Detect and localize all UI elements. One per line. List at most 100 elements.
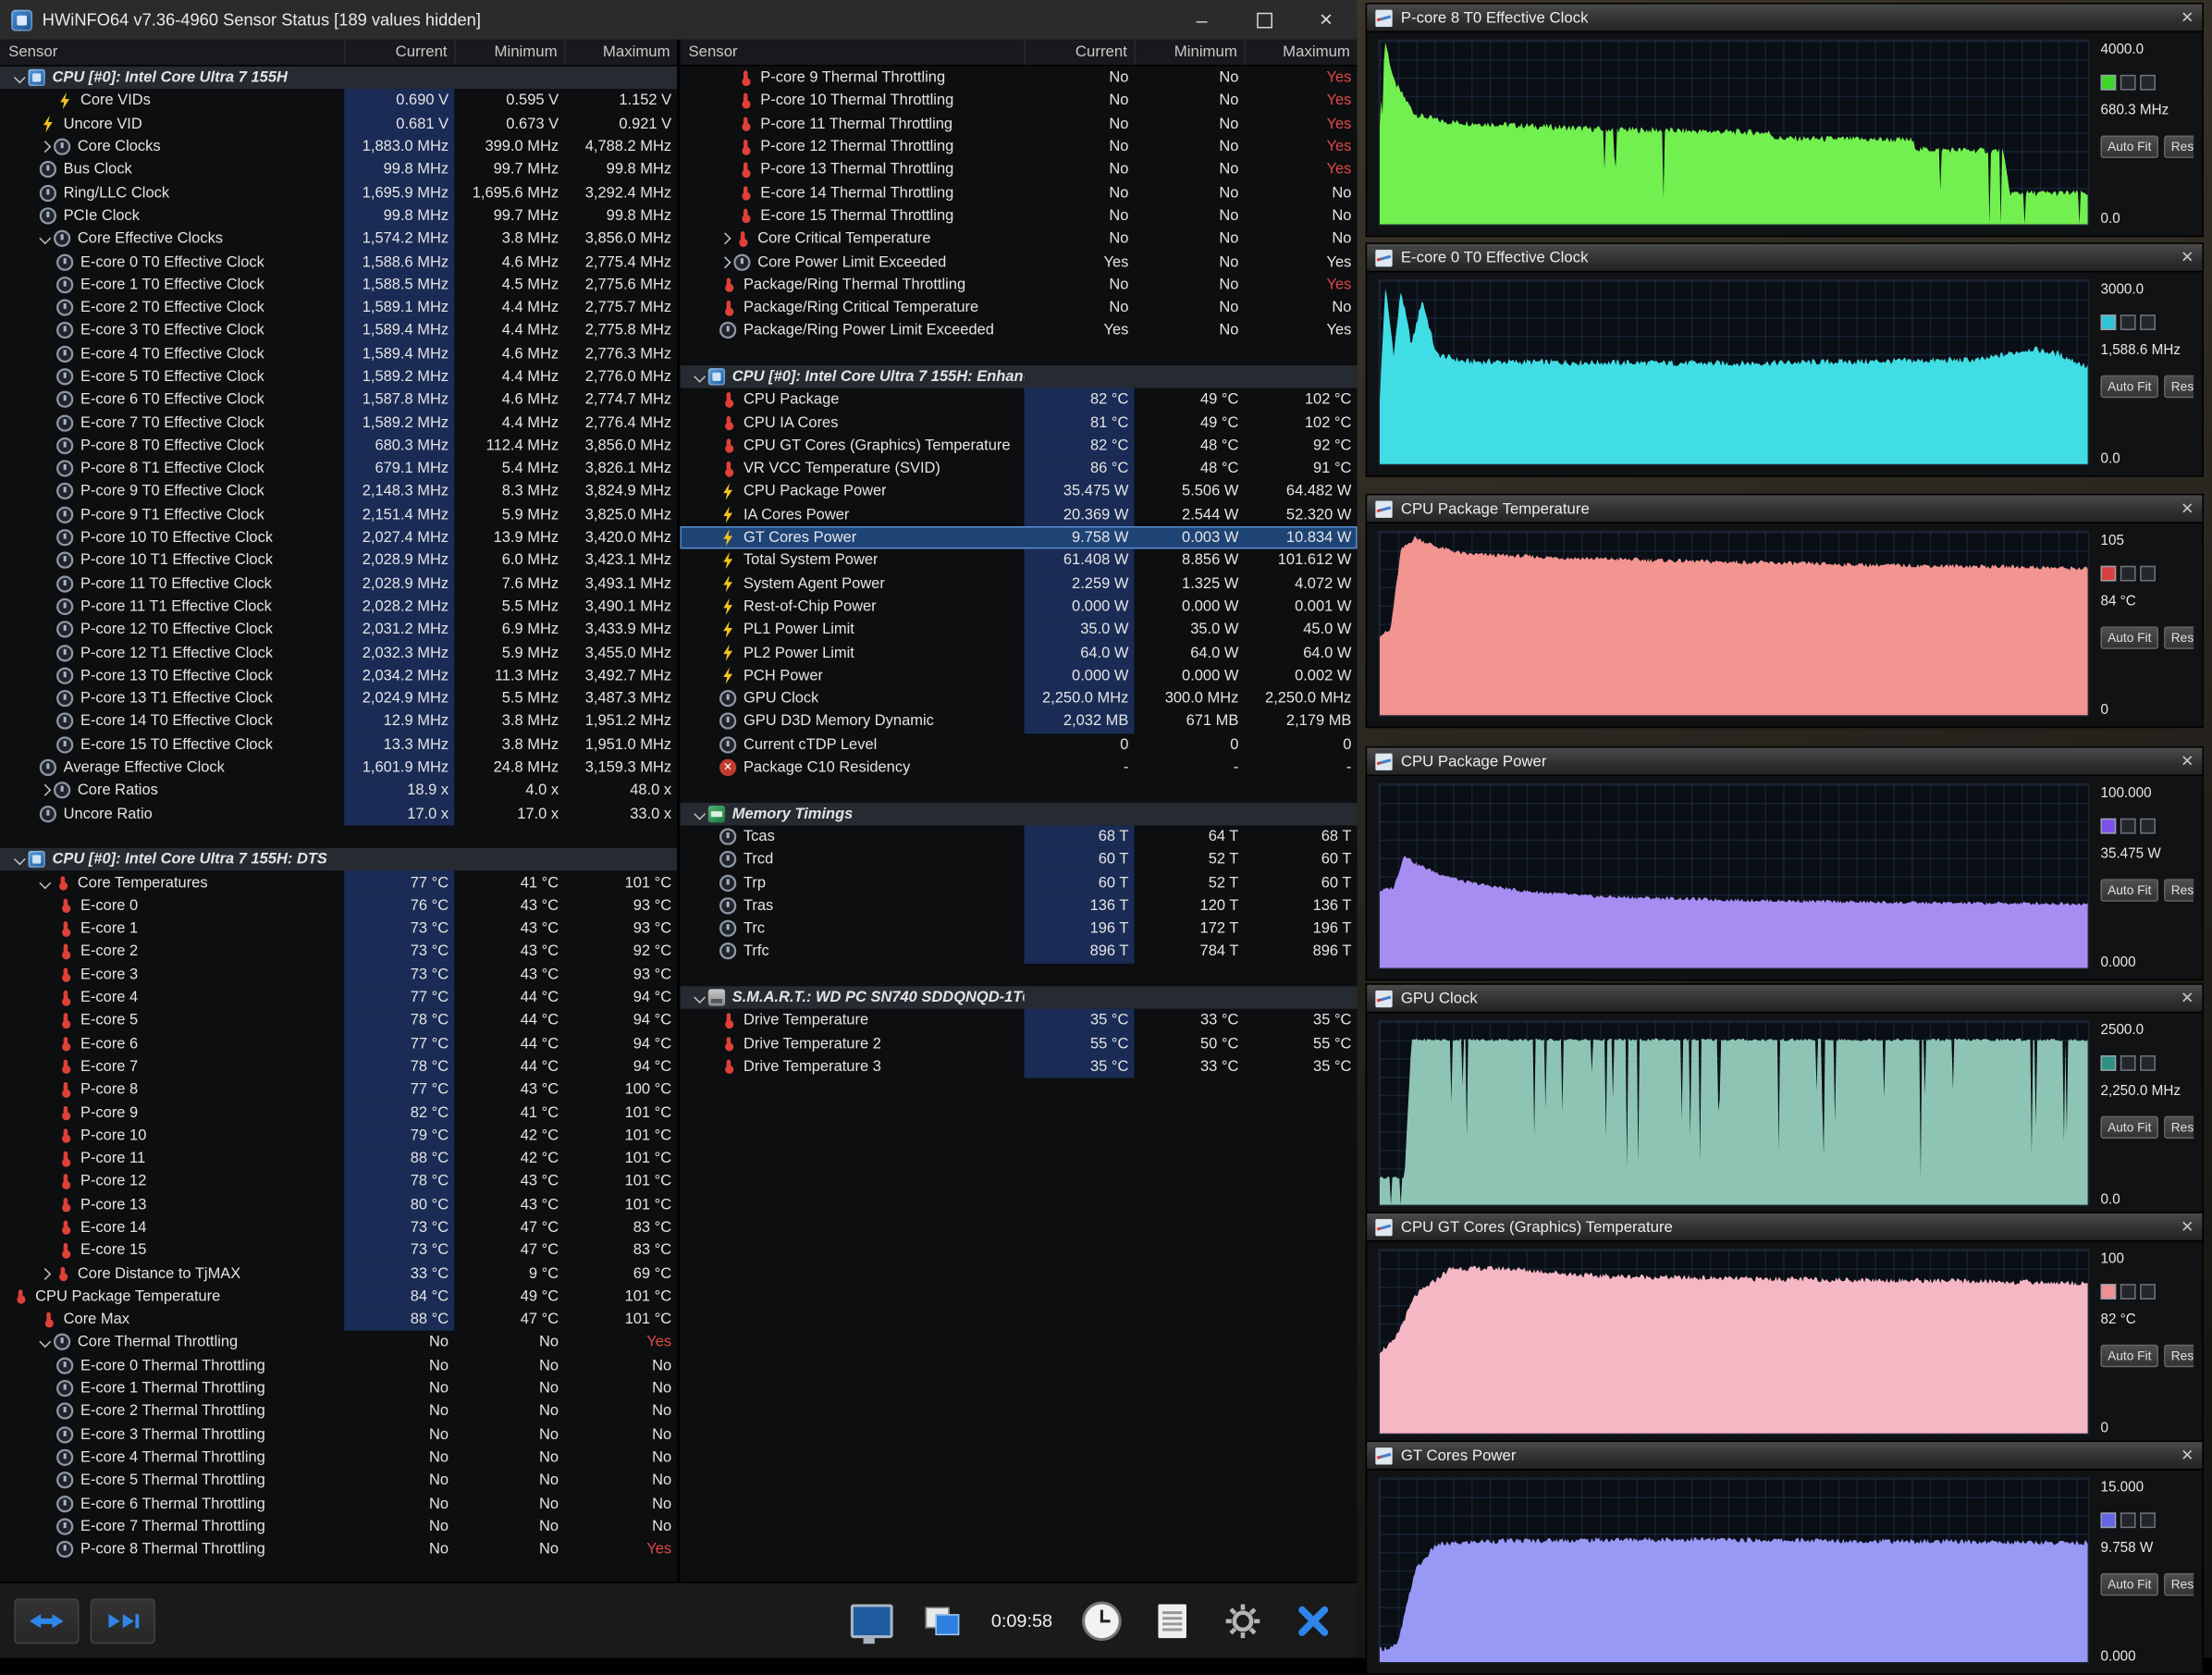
graph-titlebar[interactable]: GT Cores Power — [1367, 1442, 2202, 1471]
sensor-row[interactable]: Core Thermal ThrottlingNoNoYes — [0, 1331, 677, 1354]
auto-fit-button[interactable]: Auto Fit — [2100, 135, 2158, 157]
reset-button[interactable]: Reset — [2164, 135, 2194, 157]
sensor-row[interactable]: Ring/LLC Clock1,695.9 MHz1,695.6 MHz3,29… — [0, 181, 677, 204]
sensor-row[interactable]: Trfc896 T784 T896 T — [680, 940, 1357, 963]
sensor-row[interactable]: Drive Temperature 335 °C33 °C35 °C — [680, 1055, 1357, 1078]
sensor-row[interactable]: Average Effective Clock1,601.9 MHz24.8 M… — [0, 757, 677, 780]
sensor-row[interactable]: Core VIDs0.690 V0.595 V1.152 V — [0, 90, 677, 113]
sensor-row[interactable]: E-core 1 T0 Effective Clock1,588.5 MHz4.… — [0, 273, 677, 296]
reset-button[interactable]: Reset — [2164, 1573, 2194, 1595]
sensor-row[interactable]: Tras136 T120 T136 T — [680, 894, 1357, 918]
logging-start-button[interactable] — [1072, 1594, 1131, 1647]
sensor-row[interactable]: VR VCC Temperature (SVID)86 °C48 °C91 °C — [680, 457, 1357, 480]
sensor-row[interactable]: Total System Power61.408 W8.856 W101.612… — [680, 549, 1357, 573]
series-toggle-checkbox[interactable] — [2120, 819, 2136, 834]
graph-close-icon[interactable] — [2181, 989, 2194, 1007]
maximize-button[interactable] — [1233, 0, 1295, 40]
sensor-row[interactable]: Core Temperatures77 °C41 °C101 °C — [0, 871, 677, 894]
graph-titlebar[interactable]: CPU Package Power — [1367, 748, 2202, 777]
sensor-row[interactable]: Core Power Limit ExceededYesNoYes — [680, 251, 1357, 274]
series-toggle-checkbox[interactable] — [2120, 1284, 2136, 1299]
sensor-row[interactable]: CPU Package Power35.475 W5.506 W64.482 W — [680, 480, 1357, 503]
sensor-row[interactable]: E-core 1473 °C47 °C83 °C — [0, 1216, 677, 1239]
graph-close-icon[interactable] — [2181, 752, 2194, 770]
series-color-swatch[interactable] — [2100, 1055, 2116, 1071]
sensor-row[interactable]: P-core 11 T0 Effective Clock2,028.9 MHz7… — [0, 573, 677, 596]
sensor-row[interactable]: Core Effective Clocks1,574.2 MHz3.8 MHz3… — [0, 228, 677, 251]
sensor-row[interactable]: E-core 0 Thermal ThrottlingNoNoNo — [0, 1354, 677, 1377]
graph-titlebar[interactable]: CPU Package Temperature — [1367, 495, 2202, 523]
graph-titlebar[interactable]: GPU Clock — [1367, 985, 2202, 1014]
sensor-row[interactable]: E-core 1573 °C47 °C83 °C — [0, 1239, 677, 1262]
series-toggle-checkbox[interactable] — [2120, 75, 2136, 91]
collapse-chevron-icon[interactable] — [11, 69, 28, 86]
series-color-swatch[interactable] — [2100, 1284, 2116, 1299]
sensor-row[interactable]: Package/Ring Thermal ThrottlingNoNoYes — [680, 273, 1357, 296]
reset-button[interactable]: Reset — [2164, 879, 2194, 901]
collapse-chevron-icon[interactable] — [691, 368, 707, 385]
sensor-row[interactable]: Package/Ring Power Limit ExceededYesNoYe… — [680, 319, 1357, 342]
sensor-row[interactable]: Core Max88 °C47 °C101 °C — [0, 1308, 677, 1331]
section-header-row[interactable]: S.M.A.R.T.: WD PC SN740 SDDQNQD-1T00... — [680, 986, 1357, 1009]
sensor-row[interactable]: E-core 15 Thermal ThrottlingNoNoNo — [680, 204, 1357, 228]
sensor-row[interactable]: P-core 877 °C43 °C100 °C — [0, 1078, 677, 1102]
sensor-row[interactable]: P-core 9 T1 Effective Clock2,151.4 MHz5.… — [0, 503, 677, 526]
sensor-row[interactable]: Uncore Ratio17.0 x17.0 x33.0 x — [0, 802, 677, 825]
sensor-row[interactable]: P-core 12 Thermal ThrottlingNoNoYes — [680, 135, 1357, 158]
sensor-row[interactable]: P-core 1079 °C42 °C101 °C — [0, 1124, 677, 1147]
sensor-row[interactable]: E-core 6 T0 Effective Clock1,587.8 MHz4.… — [0, 388, 677, 412]
sensor-row[interactable]: E-core 778 °C44 °C94 °C — [0, 1055, 677, 1078]
sensor-row[interactable]: CPU IA Cores81 °C49 °C102 °C — [680, 412, 1357, 435]
report-button[interactable] — [1143, 1594, 1202, 1647]
reset-button[interactable]: Reset — [2164, 1116, 2194, 1139]
sensor-row[interactable]: P-core 10 T0 Effective Clock2,027.4 MHz1… — [0, 526, 677, 549]
sensor-row[interactable]: E-core 578 °C44 °C94 °C — [0, 1009, 677, 1032]
graph-close-icon[interactable] — [2181, 248, 2194, 266]
swap-columns-button[interactable] — [14, 1598, 79, 1644]
minimize-button[interactable] — [1171, 0, 1233, 40]
sensor-row[interactable]: Trp60 T52 T60 T — [680, 871, 1357, 894]
sensor-row[interactable]: E-core 14 T0 Effective Clock12.9 MHz3.8 … — [0, 710, 677, 733]
shift-columns-button[interactable] — [91, 1598, 155, 1644]
sensor-row[interactable]: Package C10 Residency--- — [680, 757, 1357, 780]
collapse-chevron-icon[interactable] — [37, 1334, 54, 1350]
sensor-row[interactable]: CPU GT Cores (Graphics) Temperature82 °C… — [680, 434, 1357, 457]
sensor-row[interactable]: P-core 13 Thermal ThrottlingNoNoYes — [680, 158, 1357, 181]
column-header-current[interactable]: Current — [1025, 40, 1135, 65]
collapse-chevron-icon[interactable] — [691, 806, 707, 822]
sensor-row[interactable]: P-core 13 T1 Effective Clock2,024.9 MHz5… — [0, 687, 677, 710]
sensor-row[interactable]: E-core 677 °C44 °C94 °C — [0, 1032, 677, 1055]
graph-titlebar[interactable]: P-core 8 T0 Effective Clock — [1367, 5, 2202, 33]
sensor-row[interactable]: E-core 2 T0 Effective Clock1,589.1 MHz4.… — [0, 296, 677, 319]
sensor-row[interactable]: E-core 1 Thermal ThrottlingNoNoNo — [0, 1377, 677, 1400]
sensor-row[interactable]: P-core 10 T1 Effective Clock2,028.9 MHz6… — [0, 549, 677, 573]
sensor-row[interactable]: Drive Temperature 255 °C50 °C55 °C — [680, 1032, 1357, 1055]
sensor-row[interactable]: System Agent Power2.259 W1.325 W4.072 W — [680, 573, 1357, 596]
series-color-swatch[interactable] — [2100, 314, 2116, 330]
sensor-row[interactable]: P-core 9 T0 Effective Clock2,148.3 MHz8.… — [0, 480, 677, 503]
sensor-row[interactable]: Drive Temperature35 °C33 °C35 °C — [680, 1009, 1357, 1032]
graph-titlebar[interactable]: E-core 0 T0 Effective Clock — [1367, 244, 2202, 273]
series-toggle-checkbox[interactable] — [2140, 314, 2156, 330]
sensor-row[interactable]: Rest-of-Chip Power0.000 W0.000 W0.001 W — [680, 595, 1357, 618]
sensor-row[interactable]: PCH Power0.000 W0.000 W0.002 W — [680, 664, 1357, 687]
sensor-row[interactable]: P-core 10 Thermal ThrottlingNoNoYes — [680, 90, 1357, 113]
sensor-row[interactable]: E-core 6 Thermal ThrottlingNoNoNo — [0, 1492, 677, 1515]
sensor-row[interactable]: P-core 8 T1 Effective Clock679.1 MHz5.4 … — [0, 457, 677, 480]
column-header-minimum[interactable]: Minimum — [454, 40, 564, 65]
sensor-row[interactable]: E-core 477 °C44 °C94 °C — [0, 986, 677, 1009]
graph-titlebar[interactable]: CPU GT Cores (Graphics) Temperature — [1367, 1213, 2202, 1242]
sensor-row[interactable]: E-core 15 T0 Effective Clock13.3 MHz3.8 … — [0, 733, 677, 757]
sensor-row[interactable]: E-core 373 °C43 °C93 °C — [0, 963, 677, 986]
sensor-row[interactable]: GPU D3D Memory Dynamic2,032 MB671 MB2,17… — [680, 710, 1357, 733]
sensor-row[interactable]: P-core 8 T0 Effective Clock680.3 MHz112.… — [0, 434, 677, 457]
collapse-chevron-icon[interactable] — [37, 230, 54, 247]
column-header-minimum[interactable]: Minimum — [1135, 40, 1245, 65]
sensor-row[interactable]: Trcd60 T52 T60 T — [680, 848, 1357, 871]
sensor-row[interactable]: PL2 Power Limit64.0 W64.0 W64.0 W — [680, 641, 1357, 664]
sensor-row[interactable]: E-core 076 °C43 °C93 °C — [0, 894, 677, 918]
series-color-swatch[interactable] — [2100, 1512, 2116, 1528]
auto-fit-button[interactable]: Auto Fit — [2100, 1573, 2158, 1595]
sensor-row[interactable]: CPU Package Temperature84 °C49 °C101 °C — [0, 1285, 677, 1308]
auto-fit-button[interactable]: Auto Fit — [2100, 1116, 2158, 1139]
